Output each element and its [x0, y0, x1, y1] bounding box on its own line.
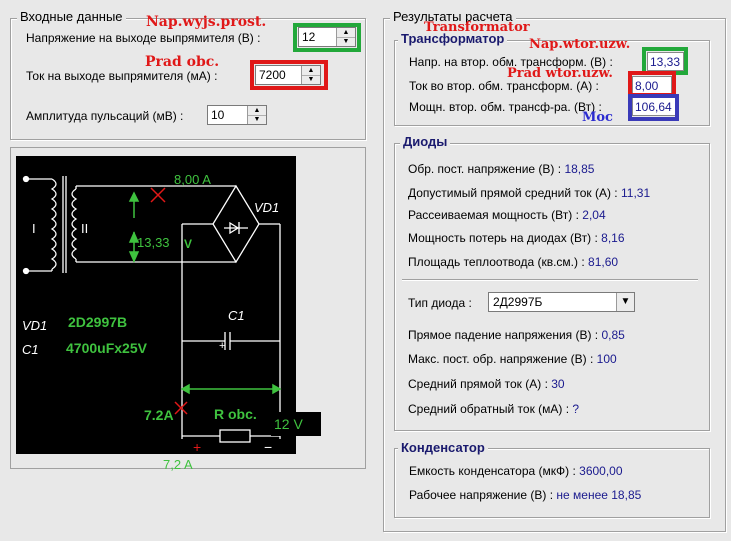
ripple-value: 10: [211, 108, 225, 122]
minus-sign: −: [264, 439, 272, 455]
diode-loss-row: Мощность потерь на диодах (Вт) : 8,16: [408, 231, 625, 245]
max-reverse-voltage-value: 100: [596, 352, 617, 366]
working-voltage-label: Рабочее напряжение (В) :: [409, 488, 554, 502]
voltage-highlight-box: [293, 23, 361, 52]
avg-reverse-current-label: Средний обратный ток (мА) :: [408, 402, 570, 416]
annotation-prad-wtor-uzw: Prad wtor.uzw.: [507, 66, 613, 81]
c1-value: 4700uFx25V: [66, 340, 148, 356]
annotation-nap-wtor-uzw: Nap.wtor.uzw.: [529, 37, 631, 52]
diode-loss-label: Мощность потерь на диодах (Вт) :: [408, 231, 598, 245]
secondary-voltage-label: 13,33: [137, 235, 170, 250]
diode-type-value: 2Д2997Б: [493, 295, 543, 309]
annotation-moc: Moc: [582, 110, 613, 125]
transformer-current-label: Ток во втор. обм. трансформ. (А) :: [409, 79, 599, 93]
diode-reverse-voltage-row: Обр. пост. напряжение (В) : 18,85: [408, 162, 594, 176]
load-voltage-label: 12 V: [274, 416, 303, 432]
diode-dissipation-value: 2,04: [582, 208, 606, 222]
heatsink-area-row: Площадь теплоотвода (кв.см.) : 81,60: [408, 255, 618, 269]
vd1-value: 2D2997B: [68, 314, 127, 330]
capacitance-row: Емкость конденсатора (мкФ) : 3600,00: [409, 464, 623, 478]
diode-type-label: Тип диода :: [408, 296, 472, 310]
diode-reverse-voltage-label: Обр. пост. напряжение (В) :: [408, 162, 562, 176]
c1-label: C1: [22, 342, 39, 357]
annotation-transformator: Transformator: [424, 20, 530, 35]
secondary-voltage-unit: V: [184, 237, 192, 251]
max-reverse-voltage-label: Макс. пост. обр. напряжение (В) :: [408, 352, 594, 366]
chevron-down-icon[interactable]: ▼: [616, 293, 634, 311]
divider: [402, 279, 698, 281]
diode-forward-current-row: Допустимый прямой средний ток (А) : 11,3…: [408, 186, 650, 200]
secondary-current-label: 8,00 A: [174, 172, 211, 187]
load-current-label: 7.2A: [144, 407, 174, 423]
vd1-label: VD1: [22, 318, 47, 333]
transformer-power-highlight-box: [628, 94, 679, 121]
diode-reverse-voltage-value: 18,85: [564, 162, 595, 176]
heatsink-area-value: 81,60: [588, 255, 619, 269]
forward-drop-value: 0,85: [601, 328, 625, 342]
diode-dissipation-row: Рассеиваемая мощность (Вт) : 2,04: [408, 208, 606, 222]
avg-reverse-current-value: ?: [572, 402, 580, 416]
current-highlight-box: [250, 60, 328, 90]
capacitor-group: [394, 448, 710, 518]
spin-down-icon[interactable]: ▼: [248, 115, 266, 124]
working-voltage-row: Рабочее напряжение (В) : не менее 18,85: [409, 488, 641, 502]
current-label: Ток на выходе выпрямителя (мА) :: [26, 69, 218, 83]
avg-reverse-current-row: Средний обратный ток (мА) : ?: [408, 402, 579, 416]
working-voltage-value: не менее 18,85: [556, 488, 642, 502]
max-reverse-voltage-row: Макс. пост. обр. напряжение (В) : 100: [408, 352, 617, 366]
capacitor-plus-label: +: [219, 340, 225, 352]
forward-drop-label: Прямое падение напряжения (В) :: [408, 328, 599, 342]
bridge-label: VD1: [254, 200, 279, 215]
capacitance-value: 3600,00: [579, 464, 623, 478]
voltage-label: Напряжение на выходе выпрямителя (В) :: [26, 31, 261, 45]
secondary-label: II: [81, 221, 88, 236]
diode-type-select[interactable]: 2Д2997Б ▼: [488, 292, 635, 312]
avg-forward-current-row: Средний прямой ток (А) : 30: [408, 377, 565, 391]
avg-forward-current-label: Средний прямой ток (А) :: [408, 377, 548, 391]
diode-forward-current-label: Допустимый прямой средний ток (А) :: [408, 186, 618, 200]
forward-drop-row: Прямое падение напряжения (В) : 0,85: [408, 328, 625, 342]
transformer-power-label: Мощн. втор. обм. трансф-ра. (Вт) :: [409, 100, 602, 114]
capacitor-title: Конденсатор: [398, 440, 488, 455]
load-label: R obc.: [214, 406, 257, 422]
plus-sign: +: [193, 439, 201, 455]
bottom-current-label: 7,2 A: [163, 457, 193, 472]
annotation-nap-wyjs-prost: Nap.wyjs.prost.: [146, 14, 267, 30]
avg-forward-current-value: 30: [551, 377, 565, 391]
circuit-schematic: I II 8,00 A 13,33 V VD1 C1 + VD1 2D2997B…: [16, 156, 321, 455]
ripple-spinner[interactable]: 10 ▲ ▼: [207, 105, 267, 125]
annotation-prad-obc: Prad obc.: [145, 54, 220, 70]
input-group-title: Входные данные: [17, 9, 126, 24]
diode-dissipation-label: Рассеиваемая мощность (Вт) :: [408, 208, 579, 222]
capacitor-label: C1: [228, 308, 245, 323]
diodes-title: Диоды: [400, 134, 451, 149]
diode-loss-value: 8,16: [601, 231, 625, 245]
capacitance-label: Емкость конденсатора (мкФ) :: [409, 464, 576, 478]
diode-forward-current-value: 11,31: [621, 186, 651, 200]
primary-label: I: [32, 221, 36, 236]
ripple-spin-buttons: ▲ ▼: [247, 106, 266, 124]
heatsink-area-label: Площадь теплоотвода (кв.см.) :: [408, 255, 585, 269]
ripple-label: Амплитуда пульсаций (мВ) :: [26, 109, 184, 123]
